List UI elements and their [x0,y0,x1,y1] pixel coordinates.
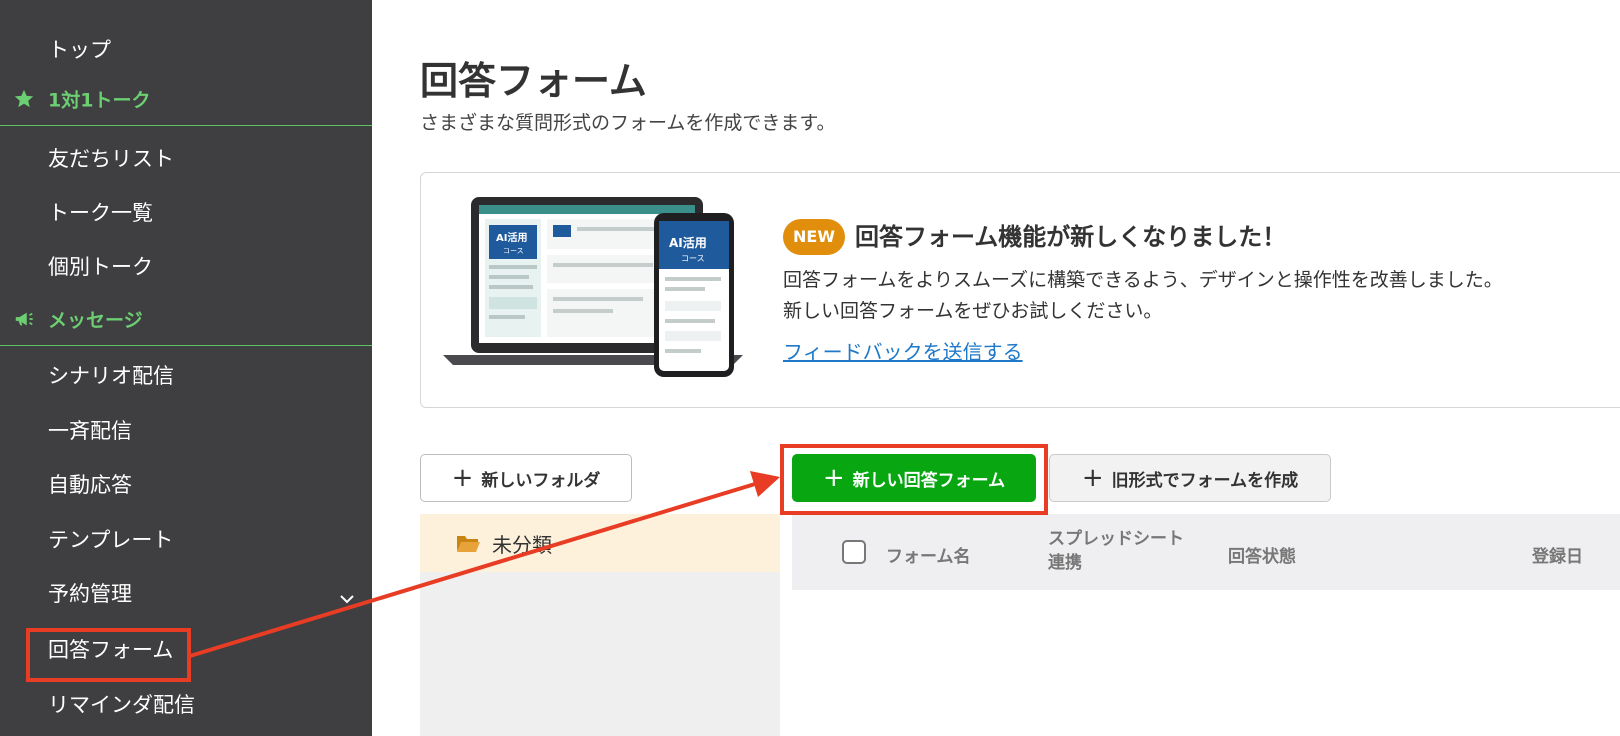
folder-open-icon [457,536,480,552]
sidebar-section-label: 1対1トーク [48,89,151,111]
main-content: 回答フォーム さまざまな質問形式のフォームを作成できます。 AI活用 コース A… [372,0,1620,736]
column-header-spreadsheet[interactable]: スプレッドシート 連携 [1048,527,1184,575]
sidebar-item-individual-talk[interactable]: 個別トーク [48,251,153,281]
sidebar-item-broadcast[interactable]: 一斉配信 [48,415,132,445]
sidebar-item-talk-list[interactable]: トーク一覧 [48,197,153,227]
plus-icon: + [451,463,474,493]
banner-description: 回答フォームをよりスムーズに構築できるよう、デザインと操作性を改善しました。 新… [783,265,1503,327]
sidebar-item-top[interactable]: トップ [48,34,111,64]
old-form-label: 旧形式でフォームを作成 [1111,470,1299,491]
sidebar-item-reminder[interactable]: リマインダ配信 [48,689,195,719]
banner-description-line: 新しい回答フォームをぜひお試しください。 [783,300,1163,322]
banner-description-line: 回答フォームをよりスムーズに構築できるよう、デザインと操作性を改善しました。 [783,269,1503,291]
column-header-date[interactable]: 登録日 [1532,542,1583,567]
new-feature-banner: AI活用 コース AI活用 コース NEW 回答フォーム機能が新しくなりました！… [420,172,1620,408]
phone-badge-text: AI活用 [669,235,707,250]
folder-panel: 未分類 [420,514,780,736]
sidebar-item-reservation[interactable]: 予約管理 [48,578,132,608]
column-header-form-name[interactable]: フォーム名 [886,542,971,567]
star-icon [14,89,34,107]
sidebar-item-answer-form[interactable]: 回答フォーム [48,634,173,664]
sidebar-section-message[interactable]: メッセージ [0,292,372,346]
select-all-checkbox[interactable] [842,540,866,564]
laptop-badge-sub: コース [503,247,524,255]
banner-title: 回答フォーム機能が新しくなりました！ [855,223,1287,251]
feedback-link[interactable]: フィードバックを送信する [783,336,1023,365]
old-form-button[interactable]: + 旧形式でフォームを作成 [1049,454,1331,502]
plus-icon: + [822,463,845,493]
new-form-label: 新しい回答フォーム [852,470,1006,491]
chevron-down-icon[interactable] [337,592,357,606]
laptop-badge-text: AI活用 [496,231,527,244]
plus-icon: + [1081,463,1104,493]
page-title: 回答フォーム [420,59,647,103]
folder-item-uncategorized[interactable]: 未分類 [420,514,780,572]
folder-label: 未分類 [492,533,552,557]
sidebar: トップ 1対1トーク 友だちリスト トーク一覧 個別トーク メッセージ シナリオ… [0,0,372,736]
form-table-header: フォーム名 スプレッドシート 連携 回答状態 登録日 [792,514,1620,590]
new-folder-button[interactable]: + 新しいフォルダ [420,454,632,502]
device-illustration: AI活用 コース AI活用 コース [443,197,743,377]
new-badge: NEW [783,219,845,255]
new-form-button[interactable]: + 新しい回答フォーム [792,454,1036,502]
sidebar-item-scenario[interactable]: シナリオ配信 [48,360,174,390]
sidebar-item-auto-reply[interactable]: 自動応答 [48,469,132,499]
sidebar-section-talk[interactable]: 1対1トーク [0,72,372,126]
column-header-status[interactable]: 回答状態 [1228,542,1296,567]
page-subtitle: さまざまな質問形式のフォームを作成できます。 [420,112,836,134]
phone-badge-sub: コース [681,254,705,263]
new-folder-label: 新しいフォルダ [481,470,601,491]
sidebar-item-template[interactable]: テンプレート [48,524,173,554]
column-header-spreadsheet-line: スプレッドシート [1048,529,1184,549]
sidebar-section-label: メッセージ [48,309,143,331]
megaphone-icon [15,312,33,325]
sidebar-item-friends[interactable]: 友だちリスト [48,143,174,173]
column-header-spreadsheet-line: 連携 [1048,553,1082,573]
